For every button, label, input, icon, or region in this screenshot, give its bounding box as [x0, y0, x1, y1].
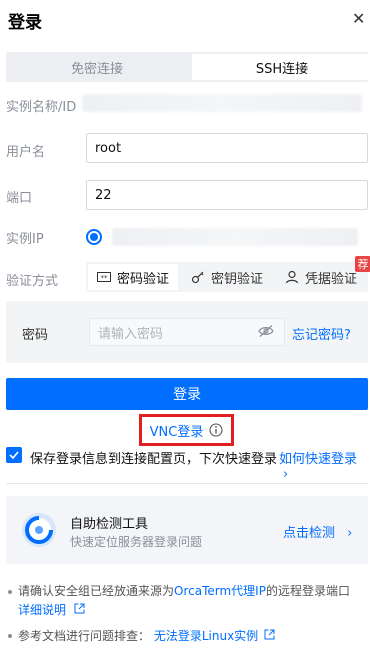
auth-key-tab[interactable]: 密钥验证: [182, 264, 272, 290]
detail-link[interactable]: 详细说明: [18, 601, 85, 618]
port-value: 22: [95, 187, 112, 203]
auth-credential-tab[interactable]: 凭据验证: [276, 264, 366, 290]
hide-password-icon[interactable]: [258, 324, 274, 338]
auth-method-tabs: ** 密码验证 密钥验证 凭据验证: [86, 262, 368, 292]
user-icon: [285, 270, 299, 284]
port-input[interactable]: 22: [86, 180, 368, 210]
check-icon: [9, 451, 19, 459]
detail-link-label: 详细说明: [18, 603, 67, 617]
note1-text-a: 请确认安全组已经放通来源为: [18, 584, 175, 598]
detect-button[interactable]: 点击检测 ›: [283, 522, 352, 541]
note1-text-b: 的远程登录端口: [265, 584, 350, 598]
auth-label: 验证方式: [6, 274, 59, 289]
username-value: root: [95, 140, 122, 156]
auth-key-label: 密钥验证: [210, 271, 263, 287]
login-button[interactable]: 登录: [6, 378, 368, 410]
port-label: 端口: [6, 191, 33, 206]
password-placeholder: 请输入密码: [98, 326, 164, 342]
security-group-note: 请确认安全组已经放通来源为OrcaTerm代理IP的远程登录端口: [18, 582, 368, 599]
key-icon: [191, 271, 204, 284]
auth-password-tab[interactable]: ** 密码验证: [88, 264, 178, 290]
ip-label: 实例IP: [6, 232, 44, 247]
divider: [6, 483, 368, 484]
detect-tool-icon: [22, 513, 56, 547]
bullet: [8, 590, 12, 594]
note2-text: 参考文档进行问题排查：: [18, 629, 151, 643]
detect-label: 点击检测: [283, 526, 336, 541]
troubleshoot-note: 参考文档进行问题排查： 无法登录Linux实例: [18, 627, 275, 644]
linux-login-doc-link[interactable]: 无法登录Linux实例: [154, 629, 258, 643]
chevron-right-icon: ›: [283, 467, 289, 482]
vnc-login-highlight: VNC登录: [139, 414, 234, 446]
password-icon: **: [96, 272, 111, 282]
tab-ssh[interactable]: SSH连接: [192, 54, 370, 80]
instance-label: 实例名称/ID: [6, 100, 77, 115]
info-icon[interactable]: [209, 423, 223, 437]
password-input[interactable]: 请输入密码: [89, 318, 285, 346]
ip-value-redacted: [112, 228, 358, 246]
recommend-badge: 荐: [355, 256, 370, 272]
how-quick-login-link[interactable]: 如何快速登录 ›: [279, 448, 370, 482]
instance-value-redacted: [82, 94, 362, 112]
tool-title: 自助检测工具: [70, 517, 149, 532]
svg-text:**: **: [100, 274, 108, 282]
external-link-icon: [264, 629, 275, 640]
save-login-label: 保存登录信息到连接配置页，下次快速登录: [30, 452, 278, 467]
save-login-checkbox[interactable]: [6, 447, 22, 463]
external-link-icon: [74, 603, 85, 614]
connection-tabs: 免密连接 SSH连接: [6, 52, 370, 82]
bullet: [8, 634, 12, 638]
vnc-login-link[interactable]: VNC登录: [150, 421, 204, 440]
forgot-password-link[interactable]: 忘记密码?: [292, 324, 351, 343]
tool-subtitle: 快速定位服务器登录问题: [70, 535, 203, 549]
password-label: 密码: [22, 328, 49, 343]
how-quick-login-label: 如何快速登录: [279, 452, 358, 467]
auth-credential-label: 凭据验证: [304, 271, 357, 287]
username-label: 用户名: [6, 145, 46, 160]
dialog-title: 登录: [8, 13, 42, 33]
tab-passwordless[interactable]: 免密连接: [8, 54, 186, 80]
ip-radio[interactable]: [86, 229, 102, 245]
chevron-right-icon: ›: [347, 526, 353, 541]
close-icon[interactable]: ✕: [352, 9, 365, 29]
username-input[interactable]: root: [86, 133, 368, 163]
orcaterm-proxy-ip-link[interactable]: OrcaTerm代理IP: [174, 584, 266, 598]
auth-password-label: 密码验证: [116, 271, 169, 287]
